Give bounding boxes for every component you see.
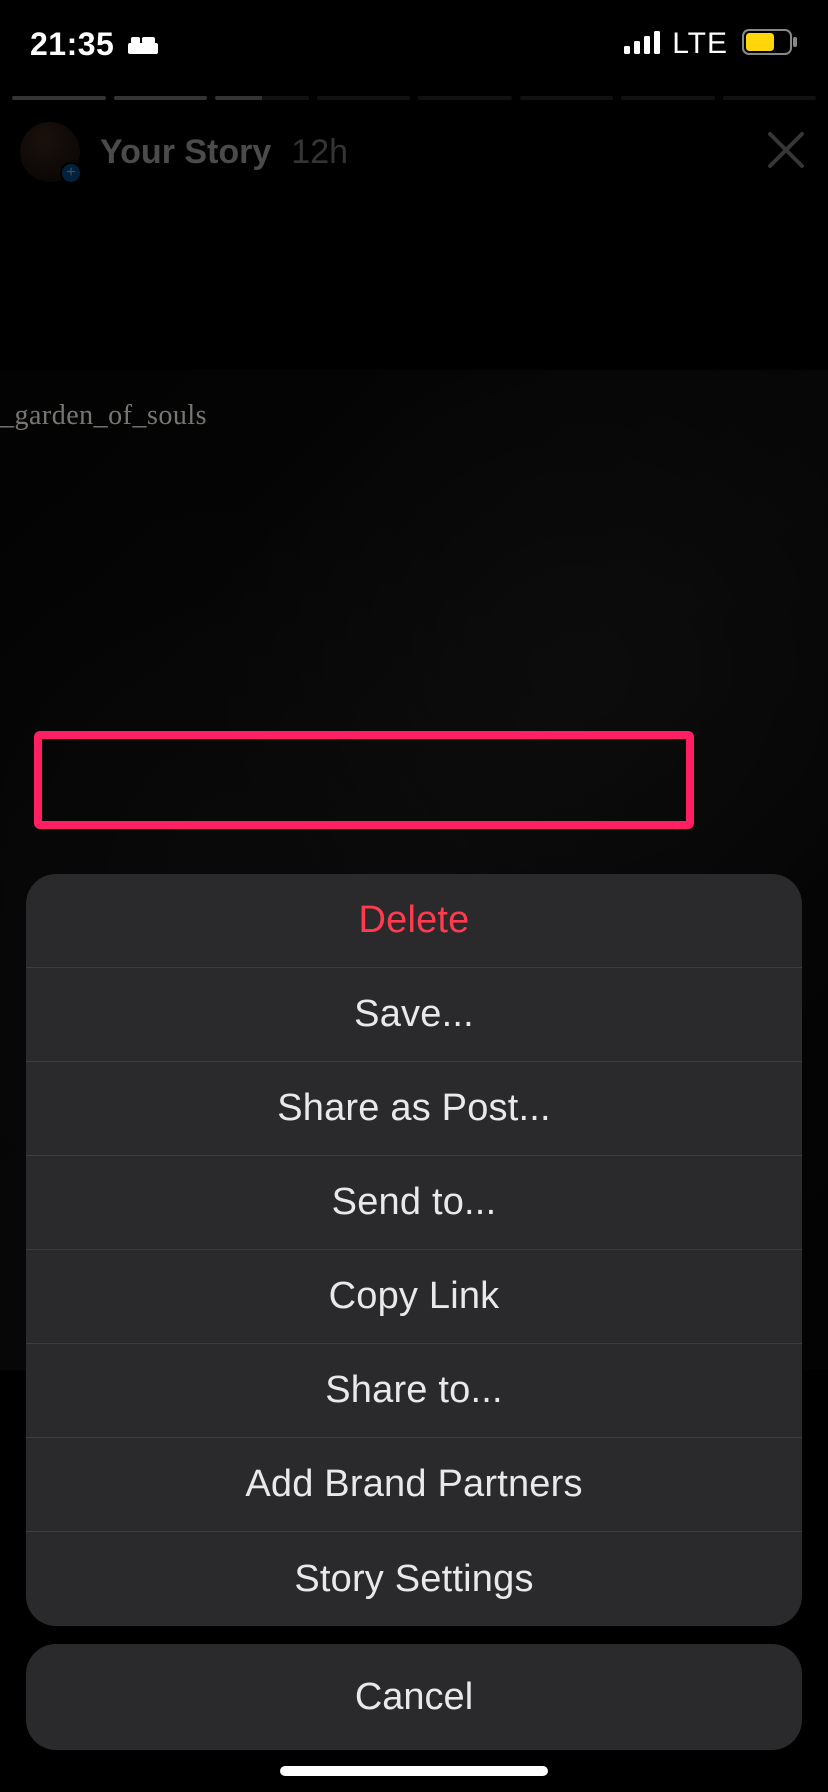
status-bar: 21:35 LTE <box>0 0 828 88</box>
story-settings-option[interactable]: Story Settings <box>26 1532 802 1626</box>
status-left: 21:35 <box>30 26 158 63</box>
share-as-post-option[interactable]: Share as Post... <box>26 1062 802 1156</box>
home-indicator[interactable] <box>280 1766 548 1776</box>
delete-option[interactable]: Delete <box>26 874 802 968</box>
copy-link-option[interactable]: Copy Link <box>26 1250 802 1344</box>
cancel-button[interactable]: Cancel <box>26 1644 802 1750</box>
network-label: LTE <box>672 27 728 61</box>
do-not-disturb-icon <box>128 33 158 55</box>
action-sheet: Delete Save... Share as Post... Send to.… <box>26 874 802 1750</box>
signal-icon <box>624 30 660 59</box>
status-time: 21:35 <box>30 26 114 63</box>
battery-icon <box>742 29 798 60</box>
share-to-option[interactable]: Share to... <box>26 1344 802 1438</box>
send-to-option[interactable]: Send to... <box>26 1156 802 1250</box>
save-option[interactable]: Save... <box>26 968 802 1062</box>
status-right: LTE <box>624 27 798 61</box>
add-brand-partners-option[interactable]: Add Brand Partners <box>26 1438 802 1532</box>
action-sheet-main: Delete Save... Share as Post... Send to.… <box>26 874 802 1626</box>
